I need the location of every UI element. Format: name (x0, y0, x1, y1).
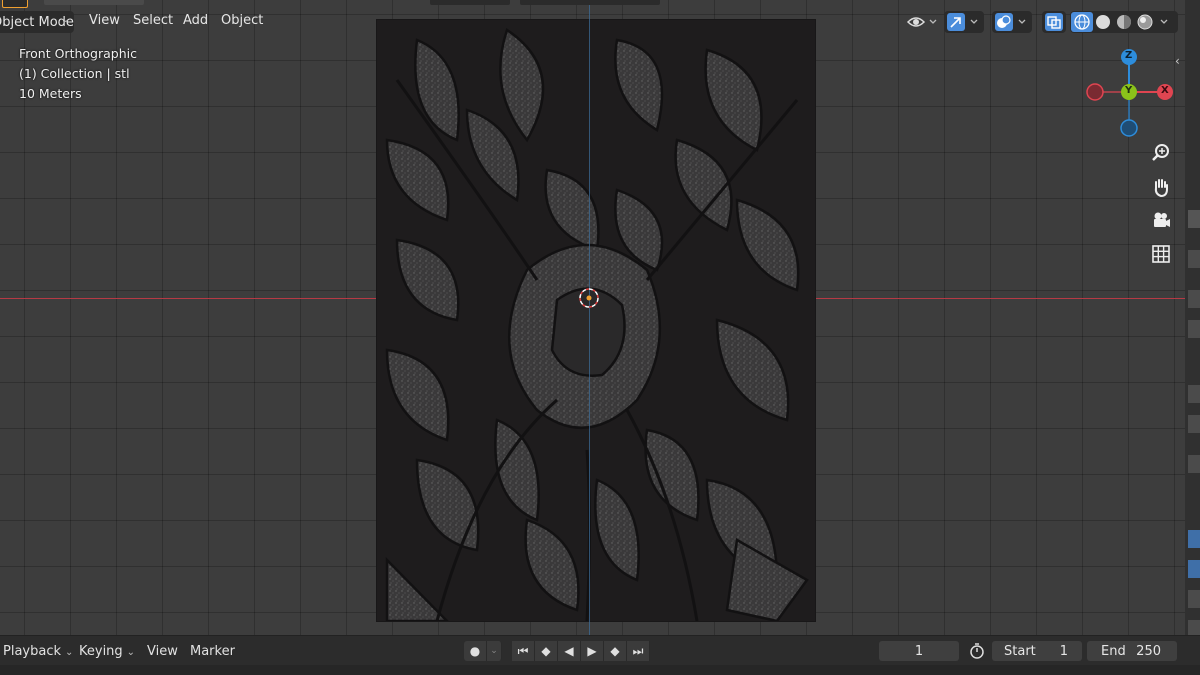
properties-tab[interactable] (1188, 455, 1200, 473)
neg-z-handle (1120, 119, 1138, 137)
preview-range-toggle[interactable] (966, 642, 988, 660)
select-tool-icon[interactable] (2, 0, 28, 8)
properties-tab[interactable] (1188, 210, 1200, 228)
next-keyframe-icon: ◆ (610, 644, 620, 658)
chevron-down-icon: ⌄ (61, 14, 70, 25)
pan-button[interactable] (1148, 174, 1174, 200)
record-button[interactable]: ● (464, 641, 487, 661)
ortho-toggle-button[interactable] (1148, 241, 1174, 267)
x-label: X (1161, 85, 1169, 96)
keying-label: Keying (79, 644, 123, 659)
jump-start-button[interactable]: ⏮ (512, 641, 535, 661)
snapping-tools[interactable] (520, 0, 660, 5)
select-mode-buttons[interactable] (44, 0, 144, 5)
properties-tab[interactable] (1188, 290, 1200, 308)
timeline-ruler[interactable] (0, 665, 1200, 675)
relief-mesh[interactable] (377, 20, 815, 621)
keying-menu[interactable]: Keying ⌄ (79, 644, 135, 659)
gizmo-icon (947, 13, 978, 31)
current-frame-field[interactable]: 1 (879, 641, 959, 661)
view-name: Front Orthographic (19, 46, 137, 61)
chevron-down-icon: ⌄ (65, 647, 74, 658)
record-icon: ● (469, 644, 481, 658)
playback-controls: ⏮ ◆ ◀ ▶ ◆ ⏭ (512, 641, 650, 661)
record-group: ● ⌄ (464, 641, 502, 661)
playback-menu[interactable]: Playback ⌄ (3, 644, 73, 659)
collection-label: (1) Collection | stl (19, 66, 130, 81)
mode-dropdown[interactable]: Object Mode ⌄ (0, 11, 74, 33)
stopwatch-icon (970, 643, 984, 659)
zoom-icon (1152, 144, 1169, 161)
menu-view[interactable]: View (89, 13, 120, 28)
jump-end-icon: ⏭ (632, 643, 644, 658)
properties-tab[interactable] (1188, 560, 1200, 578)
prev-keyframe-icon: ◆ (541, 644, 551, 658)
grid-scale: 10 Meters (19, 86, 82, 101)
properties-tab[interactable] (1188, 590, 1200, 608)
camera-view-button[interactable] (1148, 207, 1174, 233)
chevron-down-icon: ⌄ (126, 647, 136, 658)
gizmo-toggle[interactable] (944, 11, 984, 33)
neg-x-handle (1086, 83, 1104, 101)
properties-panel-edge (1185, 0, 1200, 635)
play-reverse-icon: ◀ (564, 644, 574, 658)
pan-hand-icon (1154, 179, 1168, 198)
relief-pattern (385, 28, 809, 621)
navigation-gizmo[interactable]: Z Y X (1082, 46, 1178, 142)
visibility-dropdown[interactable] (905, 11, 939, 33)
sidebar-expand-icon[interactable]: ‹ (1175, 54, 1180, 68)
end-frame-field[interactable]: End 250 (1087, 641, 1177, 661)
menu-add[interactable]: Add (183, 13, 208, 28)
properties-tab[interactable] (1188, 250, 1200, 268)
end-label: End (1101, 643, 1126, 659)
prev-keyframe-button[interactable]: ◆ (535, 641, 558, 661)
camera-icon (1154, 212, 1170, 227)
transform-orientation[interactable] (430, 0, 510, 5)
marker-menu[interactable]: Marker (190, 644, 235, 659)
overlays-icon (995, 13, 1026, 31)
properties-tab[interactable] (1188, 320, 1200, 338)
overlays-toggle[interactable] (992, 11, 1032, 33)
z-axis-line (589, 0, 590, 635)
blender-window: Object Mode ⌄ View Select Add Object Fro… (0, 0, 1200, 675)
chevron-down-icon: ⌄ (490, 646, 498, 656)
next-keyframe-button[interactable]: ◆ (604, 641, 627, 661)
z-label: Z (1125, 50, 1133, 61)
y-label: Y (1125, 85, 1133, 96)
play-icon: ▶ (587, 644, 597, 658)
shading-modes[interactable] (1070, 11, 1178, 33)
3d-viewport[interactable]: Object Mode ⌄ View Select Add Object Fro… (0, 0, 1200, 635)
jump-end-button[interactable]: ⏭ (627, 641, 650, 661)
grid-icon (1152, 245, 1170, 263)
xray-icon (1045, 13, 1063, 31)
properties-tab[interactable] (1188, 415, 1200, 433)
start-label: Start (1004, 643, 1036, 659)
jump-start-icon: ⏮ (517, 643, 529, 658)
xray-toggle[interactable] (1042, 11, 1066, 33)
properties-tab[interactable] (1188, 530, 1200, 548)
end-value: 250 (1136, 643, 1161, 659)
3d-cursor[interactable] (578, 287, 600, 309)
properties-tab[interactable] (1188, 620, 1200, 635)
timeline-view-menu[interactable]: View (147, 644, 178, 659)
eye-icon (906, 17, 937, 27)
start-value: 1 (1059, 643, 1068, 659)
zoom-button[interactable] (1148, 140, 1174, 166)
current-frame-value: 1 (914, 643, 924, 659)
timeline-header: Playback ⌄ Keying ⌄ View Marker ● ⌄ ⏮ ◆ ◀ … (0, 635, 1200, 666)
play-reverse-button[interactable]: ◀ (558, 641, 581, 661)
play-button[interactable]: ▶ (581, 641, 604, 661)
auto-keying-options[interactable]: ⌄ (487, 641, 502, 661)
start-frame-field[interactable]: Start 1 (992, 641, 1082, 661)
properties-tab[interactable] (1188, 385, 1200, 403)
playback-label: Playback (3, 644, 62, 659)
menu-select[interactable]: Select (133, 13, 173, 28)
menu-object[interactable]: Object (221, 13, 263, 28)
